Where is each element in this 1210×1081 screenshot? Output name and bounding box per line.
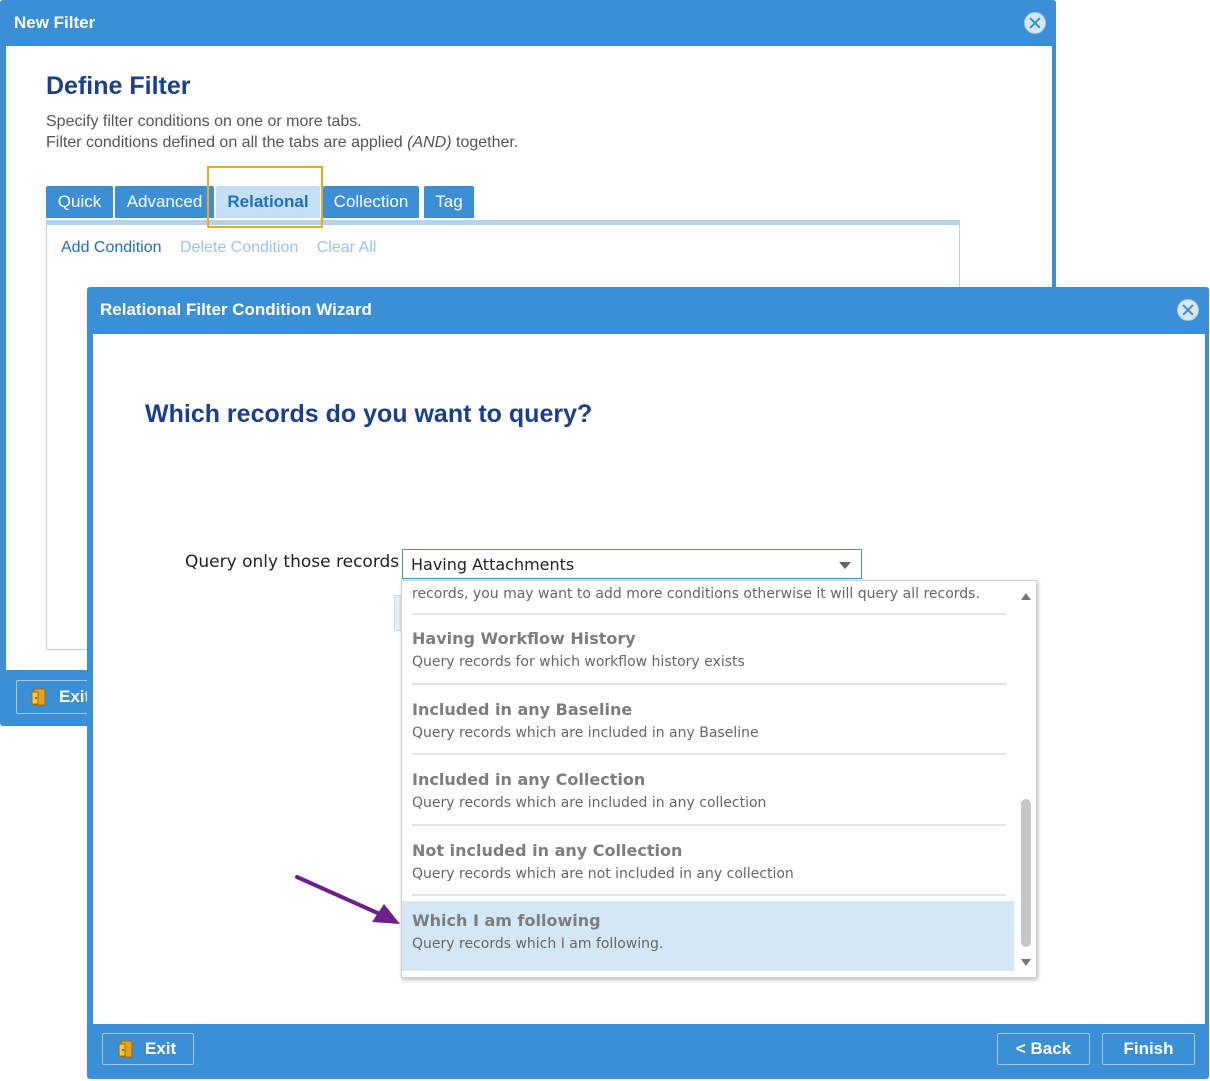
scrollbar[interactable] xyxy=(1016,581,1036,977)
list-item-title: Having Workflow History xyxy=(412,629,636,648)
divider xyxy=(412,753,1006,755)
list-item[interactable]: Not included in any Collection Query rec… xyxy=(402,831,1014,901)
exit-button[interactable]: Exit xyxy=(102,1033,194,1065)
description-emphasis: (AND) xyxy=(407,134,452,151)
list-item-desc: Query records which are included in any … xyxy=(412,725,759,741)
list-item-desc: Query records for which workflow history… xyxy=(412,654,745,670)
scroll-thumb[interactable] xyxy=(1021,799,1031,947)
finish-button[interactable]: Finish xyxy=(1102,1033,1195,1065)
list-item-partial-desc: records, you may want to add more condit… xyxy=(412,586,980,602)
condition-actions: Add Condition Delete Condition Clear All xyxy=(61,239,390,257)
records-select[interactable]: Having Attachments xyxy=(402,549,862,579)
back-button[interactable]: < Back xyxy=(997,1033,1090,1065)
page-title: Define Filter xyxy=(46,72,191,100)
description-line-2: Filter conditions defined on all the tab… xyxy=(46,132,518,153)
exit-button[interactable]: Exit xyxy=(16,680,98,714)
divider xyxy=(412,894,1006,896)
wizard-title: Relational Filter Condition Wizard xyxy=(100,300,372,319)
clear-all-link[interactable]: Clear All xyxy=(317,239,377,256)
annotation-arrow-icon xyxy=(295,875,400,924)
list-item-title: Included in any Collection xyxy=(412,770,646,789)
divider xyxy=(412,683,1006,685)
list-item-selected[interactable]: Which I am following Query records which… xyxy=(402,901,1014,971)
exit-label: Exit xyxy=(59,687,91,706)
wizard-question: Which records do you want to query? xyxy=(145,400,593,428)
records-dropdown-list[interactable]: records, you may want to add more condit… xyxy=(401,580,1037,978)
wizard-body: Which records do you want to query? Quer… xyxy=(93,334,1205,1024)
close-icon[interactable] xyxy=(1024,12,1046,34)
relational-tab-highlight xyxy=(207,166,323,228)
list-item-desc: Query records which are included in any … xyxy=(412,795,767,811)
dialog-titlebar: New Filter xyxy=(0,0,1056,46)
divider xyxy=(412,824,1006,826)
divider xyxy=(412,613,1006,615)
tab-collection[interactable]: Collection xyxy=(323,186,419,218)
divider xyxy=(412,965,1006,967)
list-item[interactable]: Included in any Collection Query records… xyxy=(402,760,1014,830)
dialog-title: New Filter xyxy=(14,13,96,32)
list-item[interactable]: Having Workflow History Query records fo… xyxy=(402,619,1014,689)
scroll-down-icon[interactable] xyxy=(1021,959,1031,966)
relational-wizard-dialog: Relational Filter Condition Wizard Which… xyxy=(87,287,1209,1079)
list-item-desc: Query records which I am following. xyxy=(412,936,664,952)
list-item-title: Not included in any Collection xyxy=(412,841,683,860)
close-icon[interactable] xyxy=(1177,299,1199,321)
list-item-title: Which I am following xyxy=(412,911,601,930)
filter-description: Specify filter conditions on one or more… xyxy=(46,111,518,153)
description-text: together. xyxy=(451,134,519,151)
scroll-up-icon[interactable] xyxy=(1021,593,1031,600)
exit-label: Exit xyxy=(145,1039,177,1058)
tab-tag[interactable]: Tag xyxy=(424,186,474,218)
query-label: Query only those records xyxy=(185,552,400,572)
chevron-down-icon[interactable] xyxy=(839,562,851,569)
description-line-1: Specify filter conditions on one or more… xyxy=(46,113,362,130)
tab-quick[interactable]: Quick xyxy=(46,186,113,218)
door-exit-icon xyxy=(118,1040,133,1058)
delete-condition-link[interactable]: Delete Condition xyxy=(180,239,298,256)
list-item-desc: Query records which are not included in … xyxy=(412,866,794,882)
add-condition-link[interactable]: Add Condition xyxy=(61,239,162,256)
tab-advanced[interactable]: Advanced xyxy=(115,186,214,218)
list-item[interactable]: Included in any Baseline Query records w… xyxy=(402,690,1014,760)
description-text: Filter conditions defined on all the tab… xyxy=(46,134,408,151)
list-item-title: Included in any Baseline xyxy=(412,700,633,719)
select-value: Having Attachments xyxy=(411,555,575,574)
wizard-titlebar: Relational Filter Condition Wizard xyxy=(87,287,1209,333)
door-exit-icon xyxy=(31,688,46,706)
